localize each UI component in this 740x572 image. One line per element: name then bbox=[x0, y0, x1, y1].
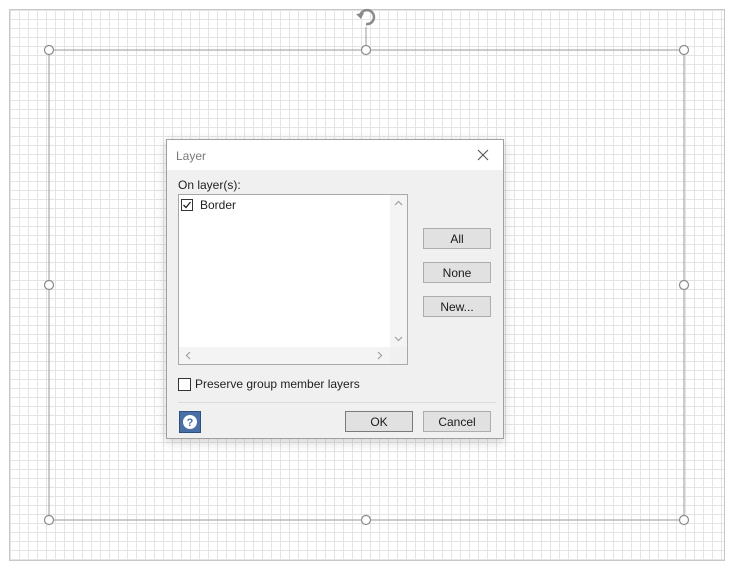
scroll-down-icon[interactable] bbox=[394, 335, 403, 345]
none-button[interactable]: None bbox=[423, 262, 491, 283]
preserve-checkbox[interactable] bbox=[178, 377, 191, 391]
horizontal-scrollbar[interactable] bbox=[179, 347, 390, 364]
layer-checkbox[interactable] bbox=[181, 199, 193, 211]
preserve-label: Preserve group member layers bbox=[195, 377, 360, 391]
layer-dialog: Layer On layer(s): Border All None New..… bbox=[166, 139, 504, 439]
cancel-button[interactable]: Cancel bbox=[423, 411, 491, 432]
resize-handle-top-left[interactable] bbox=[43, 44, 55, 56]
ok-button[interactable]: OK bbox=[345, 411, 413, 432]
help-icon: ? bbox=[183, 415, 197, 429]
dialog-title: Layer bbox=[176, 149, 207, 163]
new-layer-button[interactable]: New... bbox=[423, 296, 491, 317]
scroll-right-icon[interactable] bbox=[377, 351, 383, 363]
scroll-left-icon[interactable] bbox=[185, 351, 191, 363]
resize-handle-top[interactable] bbox=[360, 44, 372, 56]
divider bbox=[178, 402, 496, 403]
resize-handle-right[interactable] bbox=[678, 279, 690, 291]
resize-handle-top-right[interactable] bbox=[678, 44, 690, 56]
close-button[interactable] bbox=[469, 144, 497, 166]
preserve-option[interactable]: Preserve group member layers bbox=[178, 377, 360, 391]
all-button[interactable]: All bbox=[423, 228, 491, 249]
scroll-corner bbox=[390, 347, 407, 364]
close-icon bbox=[477, 149, 489, 161]
help-button[interactable]: ? bbox=[179, 411, 201, 433]
resize-handle-bottom[interactable] bbox=[360, 514, 372, 526]
resize-handle-bottom-right[interactable] bbox=[678, 514, 690, 526]
on-layers-label: On layer(s): bbox=[178, 178, 241, 192]
layer-label: Border bbox=[200, 198, 237, 212]
checkmark-icon bbox=[183, 201, 192, 209]
resize-handle-bottom-left[interactable] bbox=[43, 514, 55, 526]
vertical-scrollbar[interactable] bbox=[390, 195, 407, 347]
layers-listbox[interactable]: Border bbox=[178, 194, 408, 365]
scroll-up-icon[interactable] bbox=[394, 199, 403, 209]
dialog-titlebar[interactable]: Layer bbox=[167, 140, 503, 170]
resize-handle-left[interactable] bbox=[43, 279, 55, 291]
svg-text:?: ? bbox=[187, 417, 194, 429]
list-item[interactable]: Border bbox=[181, 197, 236, 213]
